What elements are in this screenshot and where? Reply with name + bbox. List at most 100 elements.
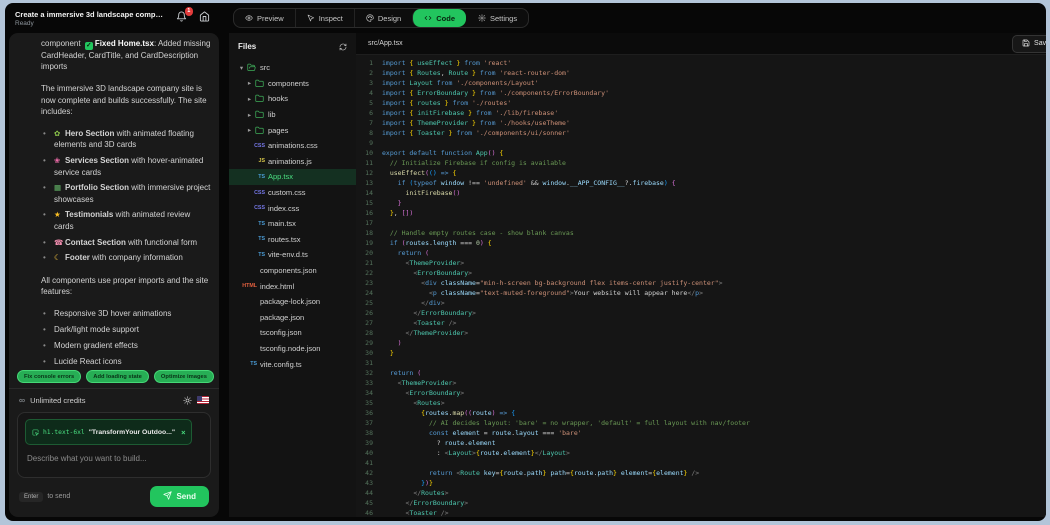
line-number: 41	[356, 458, 382, 468]
file-vite-env.d.ts[interactable]: TSvite-env.d.ts	[229, 247, 356, 263]
refresh-icon[interactable]	[339, 43, 347, 51]
code-line: 11 // Initialize Firebase if config is a…	[356, 158, 1046, 168]
chip-close-icon[interactable]: ×	[181, 428, 185, 437]
element-text: "TransformYour Outdoo..."	[89, 429, 175, 436]
file-animations.css[interactable]: CSSanimations.css	[229, 138, 356, 154]
code-editor[interactable]: 1import { useEffect } from 'react'2impor…	[356, 55, 1046, 517]
line-number: 31	[356, 358, 382, 368]
folder-pages[interactable]: ▸pages	[229, 122, 356, 138]
code-line: 1import { useEffect } from 'react'	[356, 58, 1046, 68]
send-button[interactable]: Send	[150, 486, 209, 507]
code-line: 22 <ErrorBoundary>	[356, 268, 1046, 278]
file-animations.js[interactable]: JSanimations.js	[229, 154, 356, 170]
feature-item: ☎Contact Section with functional form	[54, 237, 211, 248]
folder-components[interactable]: ▸components	[229, 76, 356, 92]
project-status: Ready	[15, 20, 165, 27]
suggestion-chip-optimize-images[interactable]: Optimize images	[154, 370, 214, 383]
line-number: 29	[356, 338, 382, 348]
filetype-badge: TS	[245, 174, 265, 180]
site-feature-item: Responsive 3D hover animations	[54, 308, 211, 319]
file-index.css[interactable]: CSSindex.css	[229, 200, 356, 216]
line-number: 13	[356, 178, 382, 188]
code-line: 29 )	[356, 338, 1046, 348]
line-number: 26	[356, 308, 382, 318]
code-line: 46 <Toaster />	[356, 508, 1046, 517]
code-line: 34 <ErrorBoundary>	[356, 388, 1046, 398]
credits-label: Unlimited credits	[30, 396, 85, 405]
notifications-button[interactable]: 1	[174, 11, 188, 25]
line-number: 42	[356, 468, 382, 478]
chevron-right-icon: ▸	[245, 79, 254, 87]
filetype-badge: CSS	[245, 190, 265, 196]
language-flag-us[interactable]	[197, 396, 209, 404]
site-feature-item: Lucide React icons	[54, 356, 211, 367]
app-window: Create a immersive 3d landscape company …	[5, 3, 1046, 521]
selected-element-chip[interactable]: h1.text-6xl "TransformYour Outdoo..." ×	[25, 419, 192, 445]
prompt-input[interactable]: h1.text-6xl "TransformYour Outdoo..." × …	[17, 412, 211, 478]
suggestion-chip-fix-console-errors[interactable]: Fix console errors	[17, 370, 81, 383]
home-button[interactable]	[197, 11, 211, 25]
cursor-icon	[307, 14, 315, 22]
code-line: 21 <ThemeProvider>	[356, 258, 1046, 268]
files-panel-header: Files	[229, 33, 356, 58]
composer-footer: Enter to send Send	[9, 478, 219, 517]
folder-icon	[255, 79, 264, 88]
tab-design[interactable]: Design	[354, 9, 412, 27]
folder-hooks[interactable]: ▸hooks	[229, 91, 356, 107]
files-panel: Files ▾src▸components▸hooks▸lib▸pagesCSS…	[229, 33, 356, 517]
suggestion-chip-add-loading-state[interactable]: Add loading state	[86, 370, 149, 383]
line-number: 27	[356, 318, 382, 328]
line-number: 8	[356, 128, 382, 138]
line-number: 15	[356, 198, 382, 208]
feature-item: ☾Footer with company information	[54, 252, 211, 263]
file-index.html[interactable]: HTMLindex.html	[229, 278, 356, 294]
code-line: 32 return (	[356, 368, 1046, 378]
feature-list: ✿Hero Section with animated floating ele…	[41, 128, 211, 263]
filetype-badge: HTML	[237, 283, 257, 289]
file-routes.tsx[interactable]: TSroutes.tsx	[229, 232, 356, 248]
save-button[interactable]: Save	[1012, 35, 1046, 53]
chat-message-paragraph: The immersive 3D landscape company site …	[41, 83, 211, 117]
project-title: Create a immersive 3d landscape company …	[15, 10, 165, 19]
site-feature-list: Responsive 3D hover animationsDark/light…	[41, 308, 211, 367]
code-line: 19 if (routes.length === 0) {	[356, 238, 1046, 248]
file-app.tsx[interactable]: TSApp.tsx	[229, 169, 356, 185]
tab-settings[interactable]: Settings	[466, 9, 528, 27]
tab-preview[interactable]: Preview	[234, 9, 295, 27]
file-tsconfig.node.json[interactable]: tsconfig.node.json	[229, 341, 356, 357]
file-components.json[interactable]: components.json	[229, 263, 356, 279]
tab-code[interactable]: Code	[412, 9, 466, 27]
theme-toggle-sun-icon[interactable]	[183, 396, 192, 405]
line-number: 14	[356, 188, 382, 198]
file-package-lock.json[interactable]: package-lock.json	[229, 294, 356, 310]
feature-emoji-icon: ▦	[54, 182, 65, 193]
code-line: 28 </ThemeProvider>	[356, 328, 1046, 338]
code-line: 14 initFirebase()	[356, 188, 1046, 198]
feature-item: ▦Portfolio Section with immersive projec…	[54, 182, 211, 205]
file-vite.config.ts[interactable]: TSvite.config.ts	[229, 356, 356, 372]
send-hint: to send	[47, 493, 70, 500]
line-number: 40	[356, 448, 382, 458]
enter-key-hint: Enter	[19, 492, 43, 502]
site-feature-item: Modern gradient effects	[54, 340, 211, 351]
folder-lib[interactable]: ▸lib	[229, 107, 356, 123]
chat-messages[interactable]: component ✓Fixed Home.tsx: Added missing…	[9, 33, 219, 367]
line-number: 24	[356, 288, 382, 298]
tab-inspect[interactable]: Inspect	[295, 9, 354, 27]
folder-src[interactable]: ▾src	[229, 60, 356, 76]
file-package.json[interactable]: package.json	[229, 310, 356, 326]
file-reference: Fixed Home.tsx	[95, 39, 154, 48]
line-number: 34	[356, 388, 382, 398]
line-number: 45	[356, 498, 382, 508]
code-line: 33 <ThemeProvider>	[356, 378, 1046, 388]
chat-message-paragraph: All components use proper imports and th…	[41, 275, 211, 298]
file-custom.css[interactable]: CSScustom.css	[229, 185, 356, 201]
file-main.tsx[interactable]: TSmain.tsx	[229, 216, 356, 232]
chevron-right-icon: ▸	[245, 126, 254, 134]
send-plane-icon	[163, 491, 172, 502]
line-number: 23	[356, 278, 382, 288]
file-tree: ▾src▸components▸hooks▸lib▸pagesCSSanimat…	[229, 58, 356, 517]
file-tsconfig.json[interactable]: tsconfig.json	[229, 325, 356, 341]
project-title-block[interactable]: Create a immersive 3d landscape company …	[15, 10, 165, 27]
gear-icon	[478, 14, 486, 22]
